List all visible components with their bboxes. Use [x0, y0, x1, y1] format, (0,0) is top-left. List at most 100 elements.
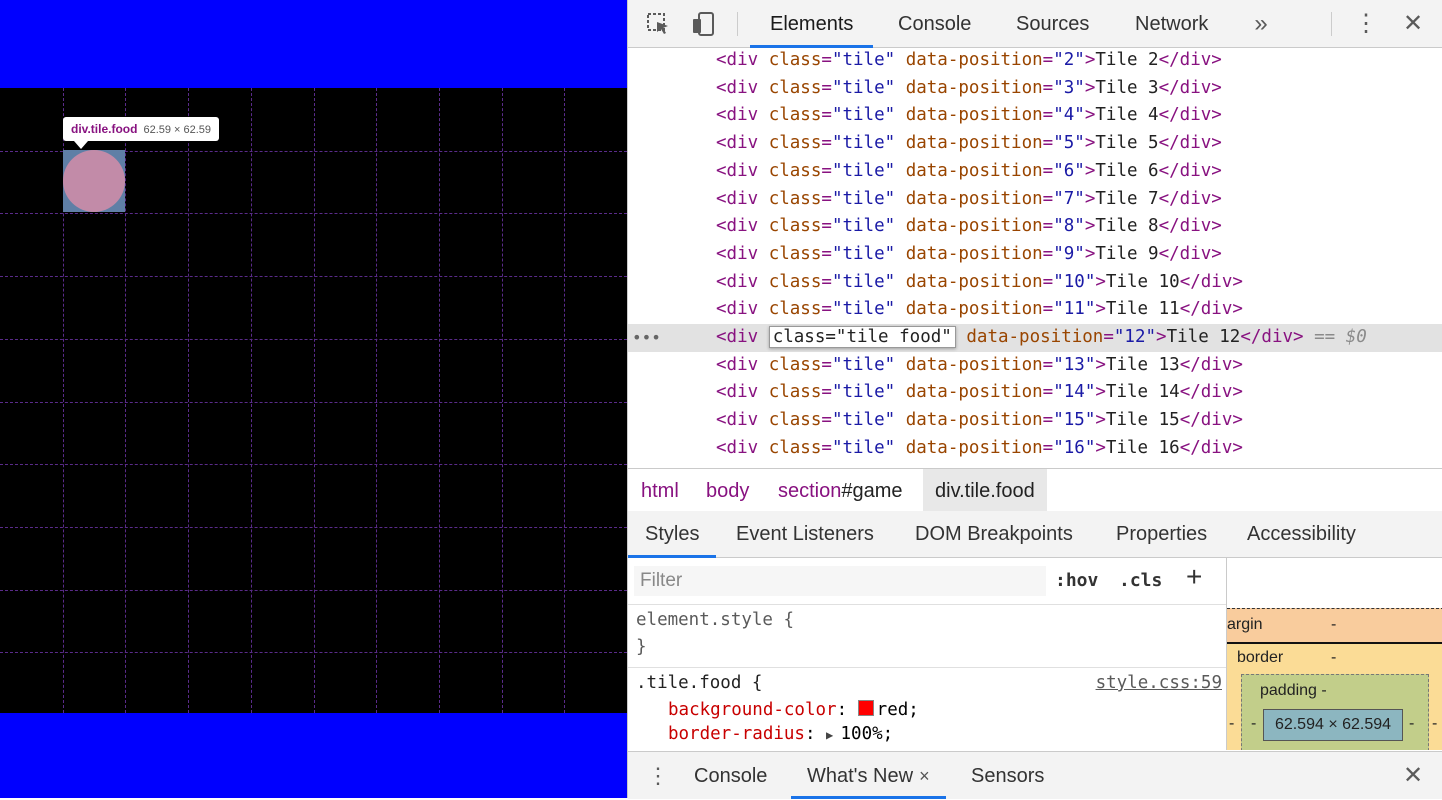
tag-bracket: > — [1095, 410, 1106, 431]
attribute-value: "15" — [1053, 410, 1096, 431]
color-swatch[interactable] — [857, 700, 874, 716]
element-style-selector[interactable]: element.style { — [636, 608, 794, 632]
attribute-value: "13" — [1053, 354, 1096, 375]
tag-bracket: > — [1084, 105, 1096, 126]
tab-network[interactable]: Network — [1115, 0, 1228, 47]
dom-node[interactable]: <div class="tile" data-position="4">Tile… — [628, 102, 1442, 130]
tag-close: </div> — [1179, 410, 1243, 431]
dom-node[interactable]: <div class="tile" data-position="6">Tile… — [628, 158, 1442, 186]
equals: = — [1103, 327, 1114, 347]
attribute-name: class — [768, 77, 822, 98]
drawer-tab-whats-new[interactable]: What's New × — [791, 752, 946, 799]
tab-elements[interactable]: Elements — [750, 0, 874, 48]
equals: = — [1042, 243, 1054, 264]
dom-node[interactable]: <div class="tile" data-position="14">Til… — [628, 379, 1442, 407]
tag-open: <div — [716, 354, 759, 375]
breadcrumb-html[interactable]: html — [629, 469, 691, 511]
declaration-border-radius[interactable]: border-radius: ▶ 100%; — [668, 722, 893, 747]
attribute-value: "tile" — [831, 382, 896, 403]
attribute-name: class — [768, 243, 822, 264]
rule-selector[interactable]: .tile.food { — [636, 671, 762, 695]
tab-event-listeners[interactable]: Event Listeners — [719, 511, 891, 557]
box-model-diagram: argin - border - padding - - - 62.594 × … — [1226, 558, 1442, 750]
attribute-value: "tile" — [831, 299, 896, 320]
kebab-menu-icon[interactable]: ⋮ — [1351, 0, 1381, 47]
tab-console[interactable]: Console — [878, 0, 991, 47]
attribute-name: class — [768, 410, 822, 431]
close-drawer-icon[interactable]: ✕ — [1398, 752, 1428, 799]
dom-node[interactable]: <div class="tile" data-position="3">Tile… — [628, 75, 1442, 103]
tag-bracket: > — [1084, 77, 1096, 98]
attribute-name: class — [768, 188, 822, 209]
inspect-element-icon[interactable] — [644, 10, 672, 38]
declaration-background-color[interactable]: background-color: red; — [668, 698, 919, 722]
tab-properties[interactable]: Properties — [1099, 511, 1224, 557]
attribute-name: data-position — [905, 271, 1043, 292]
cls-button[interactable]: .cls — [1119, 564, 1162, 598]
attribute-value: "tile" — [831, 243, 896, 264]
tag-close: </div> — [1158, 105, 1222, 126]
node-text: Tile 16 — [1105, 437, 1180, 458]
hov-button[interactable]: :hov — [1055, 564, 1098, 598]
element-style-rule: element.style { } — [628, 605, 1226, 668]
dom-node[interactable]: <div class="tile" data-position="16">Til… — [628, 435, 1442, 463]
expand-triangle-icon[interactable]: ▶ — [826, 728, 840, 742]
tab-styles[interactable]: Styles — [628, 511, 717, 558]
dom-node-code: <div class="tile" data-position="16">Til… — [716, 435, 1243, 462]
drawer-menu-icon[interactable]: ⋮ — [644, 752, 672, 799]
breadcrumb-section-game[interactable]: section#game — [766, 469, 915, 511]
tag-open: <div — [716, 133, 759, 154]
food-tile[interactable] — [63, 150, 125, 212]
tab-dom-breakpoints[interactable]: DOM Breakpoints — [898, 511, 1090, 557]
device-toolbar-icon[interactable] — [690, 10, 718, 38]
tab-sources[interactable]: Sources — [996, 0, 1109, 47]
attribute-value: "5" — [1053, 133, 1085, 154]
breadcrumb-body[interactable]: body — [694, 469, 761, 511]
close-tab-icon[interactable]: × — [919, 766, 930, 786]
attribute-name: class — [768, 105, 822, 126]
breadcrumb-tag: section — [778, 480, 842, 502]
dom-node[interactable]: <div class="tile" data-position="5">Tile… — [628, 130, 1442, 158]
node-actions-icon[interactable]: ••• — [632, 324, 661, 351]
dom-node[interactable]: <div class="tile" data-position="10">Til… — [628, 269, 1442, 297]
breadcrumb-div-tile-food[interactable]: div.tile.food — [923, 469, 1047, 511]
box-model-content[interactable]: 62.594 × 62.594 — [1263, 709, 1403, 741]
dom-node[interactable]: <div class="tile" data-position="2">Tile… — [628, 47, 1442, 75]
grid-line-horizontal — [0, 402, 627, 403]
grid-line-vertical — [502, 88, 503, 713]
breadcrumb-id: #game — [841, 480, 903, 502]
dom-node[interactable]: <div class="tile" data-position="8">Tile… — [628, 213, 1442, 241]
close-devtools-icon[interactable]: ✕ — [1398, 0, 1428, 47]
equals: = — [1042, 50, 1054, 70]
dom-node[interactable]: <div class="tile" data-position="15">Til… — [628, 407, 1442, 435]
new-style-rule-button[interactable]: + — [1186, 560, 1202, 594]
drawer-tab-sensors[interactable]: Sensors — [955, 752, 1060, 799]
node-text: Tile 13 — [1105, 354, 1180, 375]
node-text: Tile 7 — [1095, 188, 1159, 209]
dom-node[interactable]: <div class="tile" data-position="13">Til… — [628, 352, 1442, 380]
attribute-value: "7" — [1053, 188, 1085, 209]
equals: = — [1042, 354, 1054, 375]
tag-open: <div — [716, 327, 759, 347]
rule-source-link[interactable]: style.css:59 — [1096, 671, 1222, 695]
dom-node[interactable]: <div class="tile" data-position="11">Til… — [628, 296, 1442, 324]
equals: = — [821, 354, 832, 375]
equals: = — [821, 437, 832, 458]
tag-close: </div> — [1158, 188, 1222, 209]
padding-left-dash: - — [1251, 715, 1257, 732]
styles-pane: :hov .cls + element.style { } .tile.food… — [628, 558, 1226, 750]
attribute-name: data-position — [905, 77, 1043, 98]
equals: = — [821, 105, 832, 126]
node-text: Tile 8 — [1095, 216, 1159, 237]
attribute-edit-box[interactable]: class="tile food" — [768, 326, 956, 348]
tag-bracket: > — [1084, 243, 1096, 264]
dom-node-selected[interactable]: ••• <div class="tile food" data-position=… — [628, 324, 1442, 352]
dom-node-code: <div class="tile food" data-position="12… — [716, 324, 1367, 351]
styles-filter-input[interactable] — [634, 566, 1046, 596]
tab-accessibility[interactable]: Accessibility — [1230, 511, 1373, 557]
tag-bracket: > — [1084, 160, 1096, 181]
dom-node[interactable]: <div class="tile" data-position="7">Tile… — [628, 186, 1442, 214]
dom-node[interactable]: <div class="tile" data-position="9">Tile… — [628, 241, 1442, 269]
more-tabs-icon[interactable]: » — [1246, 0, 1276, 47]
drawer-tab-console[interactable]: Console — [678, 752, 783, 799]
